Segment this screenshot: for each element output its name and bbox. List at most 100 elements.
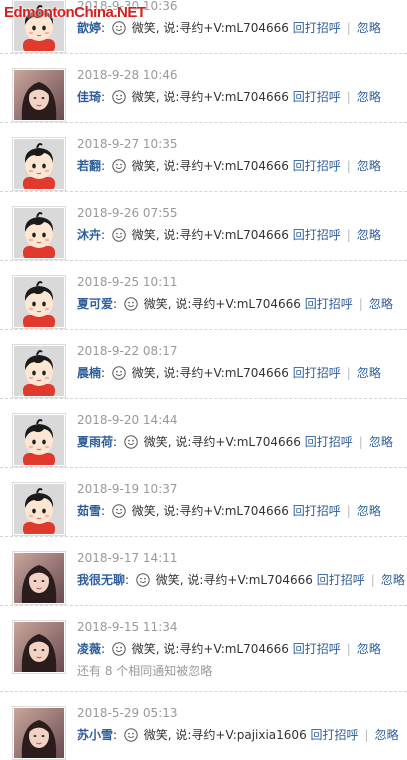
- notification-time: 2018-5-29 05:13: [77, 706, 178, 720]
- ignore-link[interactable]: 忽略: [375, 728, 399, 742]
- greet-back-link[interactable]: 回打招呼: [293, 21, 341, 35]
- name-colon: :: [113, 435, 118, 449]
- name-colon: :: [101, 504, 106, 518]
- notification-time: 2018-9-27 10:35: [77, 137, 178, 151]
- sender-name-link[interactable]: 凌薇: [77, 642, 101, 656]
- separator: |: [346, 366, 351, 380]
- name-colon: :: [101, 642, 106, 656]
- avatar[interactable]: [12, 413, 66, 467]
- photo-avatar-image: [14, 708, 64, 758]
- greet-back-link[interactable]: 回打招呼: [311, 728, 359, 742]
- site-logo[interactable]: EdmontonChina.NET: [4, 4, 146, 21]
- avatar[interactable]: [12, 551, 66, 605]
- notification-time: 2018-9-19 10:37: [77, 482, 178, 496]
- notification-time: 2018-9-20 14:44: [77, 413, 178, 427]
- message-text: , 说:寻约+V:mL704666: [155, 504, 289, 518]
- ignore-link[interactable]: 忽略: [381, 573, 405, 587]
- ignore-link[interactable]: 忽略: [357, 642, 381, 656]
- cartoon-boy-avatar-image: [14, 139, 64, 189]
- greet-back-link[interactable]: 回打招呼: [293, 228, 341, 242]
- ignore-link[interactable]: 忽略: [357, 366, 381, 380]
- name-colon: :: [101, 366, 106, 380]
- name-colon: :: [101, 159, 106, 173]
- ignore-link[interactable]: 忽略: [357, 21, 381, 35]
- name-colon: :: [101, 228, 106, 242]
- message-text: , 说:寻约+V:mL704666: [167, 297, 301, 311]
- sender-name-link[interactable]: 若翻: [77, 159, 101, 173]
- cartoon-boy-avatar-image: [14, 484, 64, 534]
- emoji-text: 微笑: [131, 21, 156, 35]
- separator: |: [346, 642, 351, 656]
- sender-name-link[interactable]: 夏雨荷: [77, 435, 113, 449]
- message-text: , 说:寻约+V:mL704666: [155, 21, 289, 35]
- notification-time: 2018-9-28 10:46: [77, 68, 178, 82]
- sender-name-link[interactable]: 我很无聊: [77, 573, 125, 587]
- message-text: , 说:寻约+V:mL704666: [155, 159, 289, 173]
- notification-row: 2018-9-19 10:37 茹雪: 微笑, 说:寻约+V:mL704666 …: [0, 468, 407, 537]
- sender-name-link[interactable]: 苏小雪: [77, 728, 113, 742]
- cartoon-boy-avatar-image: [14, 277, 64, 327]
- sender-name-link[interactable]: 晨楠: [77, 366, 101, 380]
- separator: |: [358, 435, 363, 449]
- ignore-link[interactable]: 忽略: [357, 228, 381, 242]
- notification-line: 歆婷: 微笑, 说:寻约+V:mL704666 回打招呼 | 忽略: [77, 19, 381, 36]
- smile-icon: [112, 366, 126, 380]
- greet-back-link[interactable]: 回打招呼: [293, 642, 341, 656]
- sender-name-link[interactable]: 沐卉: [77, 228, 101, 242]
- emoji-text: 微笑: [143, 435, 168, 449]
- sender-name-link[interactable]: 夏可爱: [77, 297, 113, 311]
- ignore-link[interactable]: 忽略: [369, 297, 393, 311]
- ignore-link[interactable]: 忽略: [357, 90, 381, 104]
- notification-time: 2018-9-22 08:17: [77, 344, 178, 358]
- message-text: , 说:寻约+V:mL704666: [167, 435, 301, 449]
- greet-back-link[interactable]: 回打招呼: [293, 504, 341, 518]
- avatar[interactable]: [12, 344, 66, 398]
- avatar[interactable]: [12, 275, 66, 329]
- notification-row: 2018-9-27 10:35 若翻: 微笑, 说:寻约+V:mL704666 …: [0, 123, 407, 192]
- notification-time: 2018-9-26 07:55: [77, 206, 178, 220]
- message-text: , 说:寻约+V:mL704666: [155, 228, 289, 242]
- avatar[interactable]: [12, 206, 66, 260]
- avatar[interactable]: [12, 620, 66, 674]
- greet-back-link[interactable]: 回打招呼: [293, 159, 341, 173]
- greet-back-link[interactable]: 回打招呼: [317, 573, 365, 587]
- greet-back-link[interactable]: 回打招呼: [293, 366, 341, 380]
- name-colon: :: [125, 573, 130, 587]
- ignore-link[interactable]: 忽略: [357, 159, 381, 173]
- notification-feed: 2018-9-30 10:36 歆婷: 微笑, 说:寻约+V:mL704666 …: [0, 0, 407, 760]
- notification-line: 晨楠: 微笑, 说:寻约+V:mL704666 回打招呼 | 忽略: [77, 364, 381, 381]
- emoji-text: 微笑: [143, 728, 168, 742]
- ignore-link[interactable]: 忽略: [357, 504, 381, 518]
- cartoon-boy-avatar-image: [14, 415, 64, 465]
- avatar[interactable]: [12, 706, 66, 760]
- greet-back-link[interactable]: 回打招呼: [293, 90, 341, 104]
- emoji-text: 微笑: [131, 366, 156, 380]
- greet-back-link[interactable]: 回打招呼: [305, 297, 353, 311]
- avatar[interactable]: [12, 137, 66, 191]
- sender-name-link[interactable]: 茹雪: [77, 504, 101, 518]
- name-colon: :: [101, 21, 106, 35]
- sender-name-link[interactable]: 佳琦: [77, 90, 101, 104]
- photo-avatar-image: [14, 553, 64, 603]
- photo-avatar-image: [14, 622, 64, 672]
- separator: |: [346, 159, 351, 173]
- emoji-text: 微笑: [131, 504, 156, 518]
- notification-time: 2018-9-15 11:34: [77, 620, 178, 634]
- greet-back-link[interactable]: 回打招呼: [305, 435, 353, 449]
- ignored-notice: 还有 8 个相同通知被忽略: [77, 664, 213, 678]
- message-text: , 说:寻约+V:mL704666: [179, 573, 313, 587]
- smile-icon: [112, 159, 126, 173]
- message-text: , 说:寻约+V:mL704666: [155, 642, 289, 656]
- notification-row: 2018-9-15 11:34 凌薇: 微笑, 说:寻约+V:mL704666 …: [0, 606, 407, 692]
- separator: |: [346, 504, 351, 518]
- separator: |: [358, 297, 363, 311]
- emoji-text: 微笑: [155, 573, 180, 587]
- message-text: , 说:寻约+V:mL704666: [155, 366, 289, 380]
- avatar[interactable]: [12, 482, 66, 536]
- smile-icon: [124, 297, 138, 311]
- avatar[interactable]: [12, 68, 66, 122]
- sender-name-link[interactable]: 歆婷: [77, 21, 101, 35]
- name-colon: :: [113, 728, 118, 742]
- ignore-link[interactable]: 忽略: [369, 435, 393, 449]
- separator: |: [370, 573, 375, 587]
